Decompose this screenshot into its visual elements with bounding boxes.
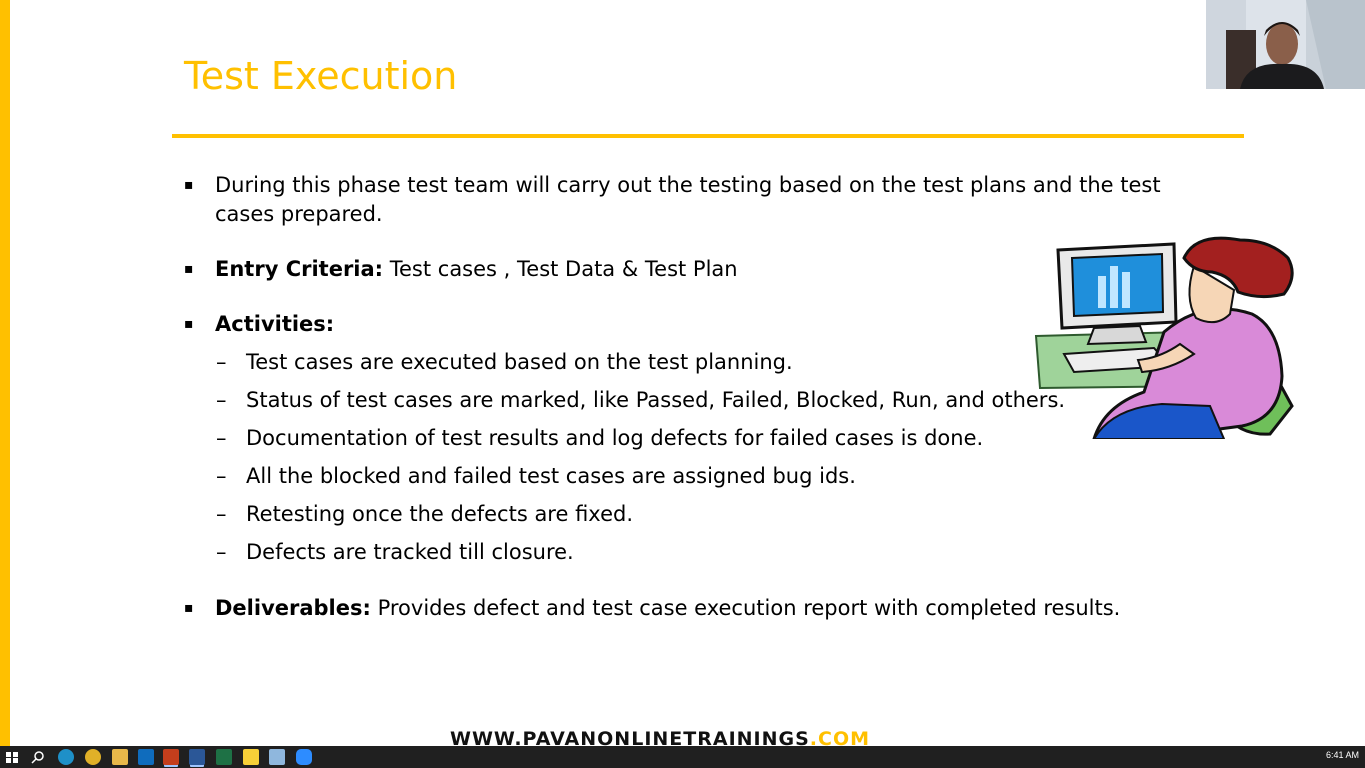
activity-item: – Retesting once the defects are fixed. bbox=[216, 500, 634, 529]
word-icon[interactable] bbox=[189, 749, 205, 765]
deliverables-text: Provides defect and test case execution … bbox=[370, 596, 1121, 620]
bullet-entry-criteria: ▪ Entry Criteria: Test cases , Test Data… bbox=[184, 255, 738, 284]
activity-item: – Defects are tracked till closure. bbox=[216, 538, 574, 567]
activity-item: – Test cases are executed based on the t… bbox=[216, 348, 793, 377]
bullet-text: During this phase test team will carry o… bbox=[215, 173, 1161, 226]
excel-icon[interactable] bbox=[216, 749, 232, 765]
powerpoint-icon[interactable] bbox=[163, 749, 179, 765]
dash-mark: – bbox=[216, 464, 227, 488]
taskbar-clock[interactable]: 6:41 AM bbox=[1326, 750, 1359, 760]
bullet-mark: ▪ bbox=[184, 261, 194, 277]
activity-item: – Documentation of test results and log … bbox=[216, 424, 984, 453]
activities-label: Activities: bbox=[215, 312, 335, 336]
zoom-icon[interactable] bbox=[296, 749, 312, 765]
entry-criteria-text: Test cases , Test Data & Test Plan bbox=[383, 257, 738, 281]
search-icon[interactable] bbox=[30, 749, 46, 765]
computer-user-clipart bbox=[1034, 236, 1294, 439]
activity-text: Test cases are executed based on the tes… bbox=[246, 350, 793, 374]
dash-mark: – bbox=[216, 426, 227, 450]
windows-start-icon[interactable] bbox=[4, 749, 20, 765]
activity-text: Status of test cases are marked, like Pa… bbox=[246, 388, 1066, 412]
activity-item: – All the blocked and failed test cases … bbox=[216, 462, 856, 491]
entry-criteria-label: Entry Criteria: bbox=[215, 257, 384, 281]
bullet-mark: ▪ bbox=[184, 316, 194, 332]
activity-text: All the blocked and failed test cases ar… bbox=[246, 464, 856, 488]
edge-icon[interactable] bbox=[58, 749, 74, 765]
sticky-notes-icon[interactable] bbox=[243, 749, 259, 765]
dash-mark: – bbox=[216, 350, 227, 374]
outlook-icon[interactable] bbox=[138, 749, 154, 765]
activity-item: – Status of test cases are marked, like … bbox=[216, 386, 1066, 415]
bullet-mark: ▪ bbox=[184, 600, 194, 616]
activity-text: Documentation of test results and log de… bbox=[246, 426, 984, 450]
bullet-intro: ▪ During this phase test team will carry… bbox=[184, 171, 1195, 229]
dash-mark: – bbox=[216, 388, 227, 412]
bullet-activities: ▪ Activities: bbox=[184, 310, 335, 339]
presentation-slide: Test Execution ▪ During this phase test … bbox=[0, 0, 1365, 746]
windows-taskbar: 6:41 AM bbox=[0, 746, 1365, 768]
bullet-mark: ▪ bbox=[184, 177, 194, 193]
activity-text: Defects are tracked till closure. bbox=[246, 540, 574, 564]
deliverables-label: Deliverables: bbox=[215, 596, 371, 620]
chrome-icon[interactable] bbox=[85, 749, 101, 765]
dash-mark: – bbox=[216, 502, 227, 526]
bullet-deliverables: ▪ Deliverables: Provides defect and test… bbox=[184, 594, 1121, 623]
notepad-icon[interactable] bbox=[269, 749, 285, 765]
file-explorer-icon[interactable] bbox=[112, 749, 128, 765]
activity-text: Retesting once the defects are fixed. bbox=[246, 502, 634, 526]
dash-mark: – bbox=[216, 540, 227, 564]
